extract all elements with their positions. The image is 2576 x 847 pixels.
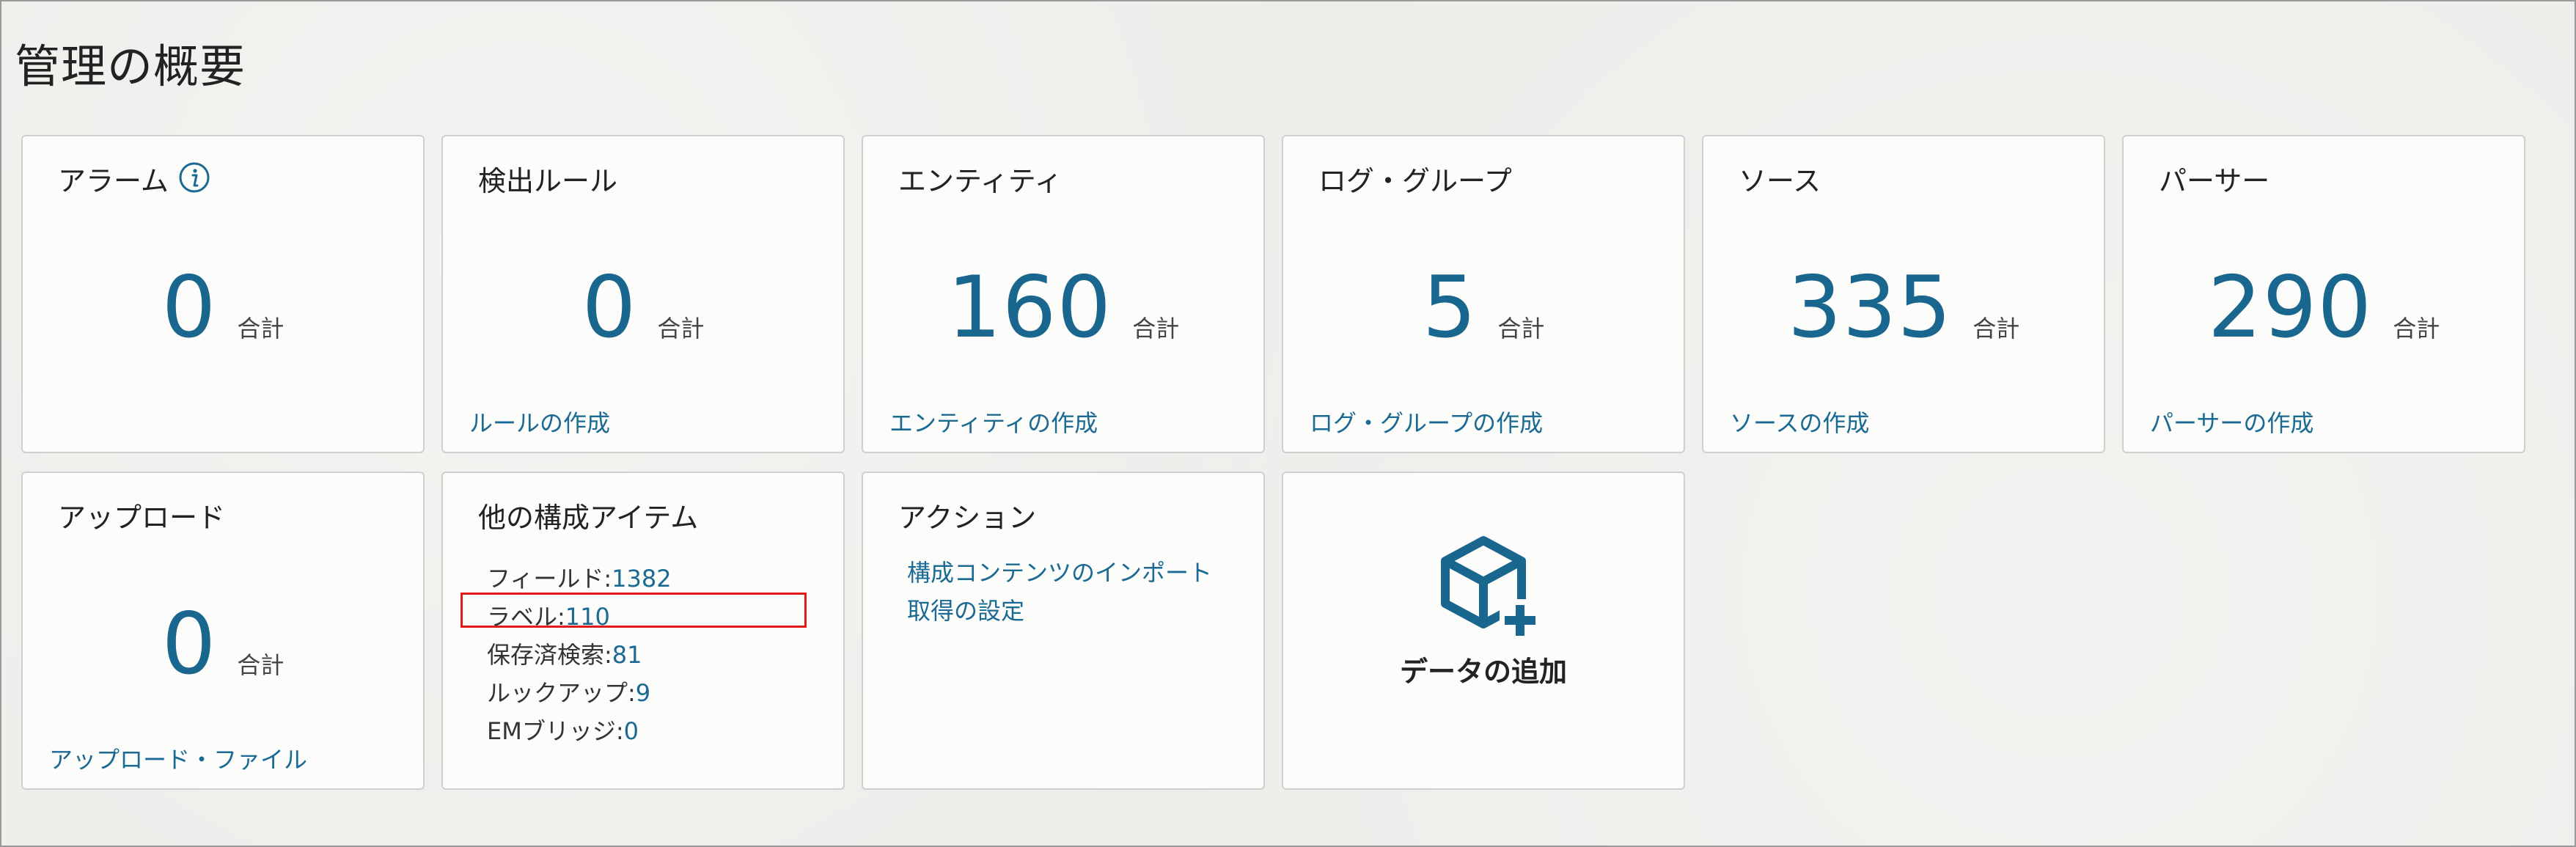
tile-title-sources: ソース: [1739, 165, 1821, 197]
add-data-label: データの追加: [1399, 656, 1567, 688]
metric-value: 0: [161, 595, 217, 694]
metric-unit: 合計: [657, 315, 705, 342]
list-item-value[interactable]: 1382: [612, 565, 671, 593]
metric-log-groups: 5 合計: [1283, 258, 1684, 357]
add-data-button[interactable]: データの追加: [1283, 473, 1684, 788]
list-item-saved-searches[interactable]: 保存済検索:81: [487, 636, 672, 674]
list-item-label: ラベル:: [487, 603, 565, 631]
list-item-label: 保存済検索:: [487, 641, 612, 669]
metric-rules: 0 合計: [443, 258, 843, 357]
metric-unit: 合計: [2393, 315, 2440, 342]
info-icon[interactable]: [178, 161, 210, 194]
tile-title-log-groups: ログ・グループ: [1318, 165, 1512, 197]
page-title: 管理の概要: [15, 40, 246, 93]
metric-unit: 合計: [237, 315, 285, 342]
config-items-list: フィールド:1382 ラベル:110 保存済検索:81 ルックアップ:9 EMブ…: [487, 560, 672, 750]
metric-unit: 合計: [1973, 315, 2020, 342]
create-rule-link[interactable]: ルールの作成: [469, 405, 610, 439]
ingestion-settings-link[interactable]: 取得の設定: [907, 592, 1212, 630]
tile-title-alarms: アラーム: [58, 165, 169, 197]
metric-value: 0: [161, 258, 217, 357]
list-item-value[interactable]: 81: [612, 641, 642, 669]
list-item-fields[interactable]: フィールド:1382: [487, 560, 672, 598]
overview-page: 管理の概要 アラーム 0 合計 検出ルール 0 合計 ルールの作成 エンティティ 1…: [0, 0, 2576, 847]
actions-list: 構成コンテンツのインポート 取得の設定: [907, 554, 1212, 630]
metric-unit: 合計: [237, 651, 285, 679]
tile-other-config-items: 他の構成アイテム フィールド:1382 ラベル:110 保存済検索:81 ルック…: [441, 472, 845, 790]
metric-entities: 160 合計: [863, 258, 1263, 357]
tile-uploads[interactable]: アップロード 0 合計 アップロード・ファイル: [21, 472, 425, 790]
metric-value: 0: [581, 258, 637, 357]
metric-value: 290: [2207, 258, 2373, 357]
list-item-value[interactable]: 9: [636, 679, 650, 707]
tile-title-actions: アクション: [898, 502, 1037, 534]
list-item-labels[interactable]: ラベル:110: [487, 598, 672, 636]
metric-sources: 335 合計: [1703, 258, 2104, 357]
metric-value: 160: [947, 258, 1112, 357]
tile-parsers[interactable]: パーサー 290 合計 パーサーの作成: [2122, 135, 2525, 453]
tile-title-entities: エンティティ: [898, 165, 1063, 197]
import-config-content-link[interactable]: 構成コンテンツのインポート: [907, 554, 1212, 592]
metric-unit: 合計: [1497, 315, 1545, 342]
list-item-lookups[interactable]: ルックアップ:9: [487, 674, 672, 712]
tile-log-groups[interactable]: ログ・グループ 5 合計 ログ・グループの作成: [1282, 135, 1685, 453]
list-item-label: フィールド:: [487, 565, 612, 593]
tile-actions: アクション 構成コンテンツのインポート 取得の設定: [862, 472, 1265, 790]
create-entity-link[interactable]: エンティティの作成: [889, 405, 1098, 439]
cube-plus-icon: [1441, 536, 1541, 640]
metric-value: 335: [1787, 258, 1953, 357]
list-item-label: ルックアップ:: [487, 679, 636, 707]
tile-title-parsers: パーサー: [2159, 165, 2270, 197]
list-item-value[interactable]: 0: [624, 717, 639, 745]
list-item-em-bridges[interactable]: EMブリッジ:0: [487, 712, 672, 750]
list-item-value[interactable]: 110: [565, 603, 610, 631]
metric-unit: 合計: [1132, 315, 1180, 342]
tile-add-data[interactable]: データの追加: [1282, 472, 1685, 790]
metric-parsers: 290 合計: [2124, 258, 2524, 357]
create-source-link[interactable]: ソースの作成: [1730, 405, 1869, 439]
tile-alarms[interactable]: アラーム 0 合計: [21, 135, 425, 453]
upload-file-link[interactable]: アップロード・ファイル: [49, 741, 307, 775]
metric-value: 5: [1422, 258, 1478, 357]
tile-title-uploads: アップロード: [58, 502, 226, 534]
list-item-label: EMブリッジ:: [487, 717, 624, 745]
tile-title-other: 他の構成アイテム: [478, 502, 699, 534]
create-parser-link[interactable]: パーサーの作成: [2150, 405, 2313, 439]
create-log-group-link[interactable]: ログ・グループの作成: [1310, 405, 1543, 439]
tile-sources[interactable]: ソース 335 合計 ソースの作成: [1702, 135, 2105, 453]
tile-title-rules: 検出ルール: [478, 165, 618, 197]
tile-entities[interactable]: エンティティ 160 合計 エンティティの作成: [862, 135, 1265, 453]
metric-uploads: 0 合計: [23, 595, 423, 694]
metric-alarms: 0 合計: [23, 258, 423, 357]
tile-detection-rules[interactable]: 検出ルール 0 合計 ルールの作成: [441, 135, 845, 453]
